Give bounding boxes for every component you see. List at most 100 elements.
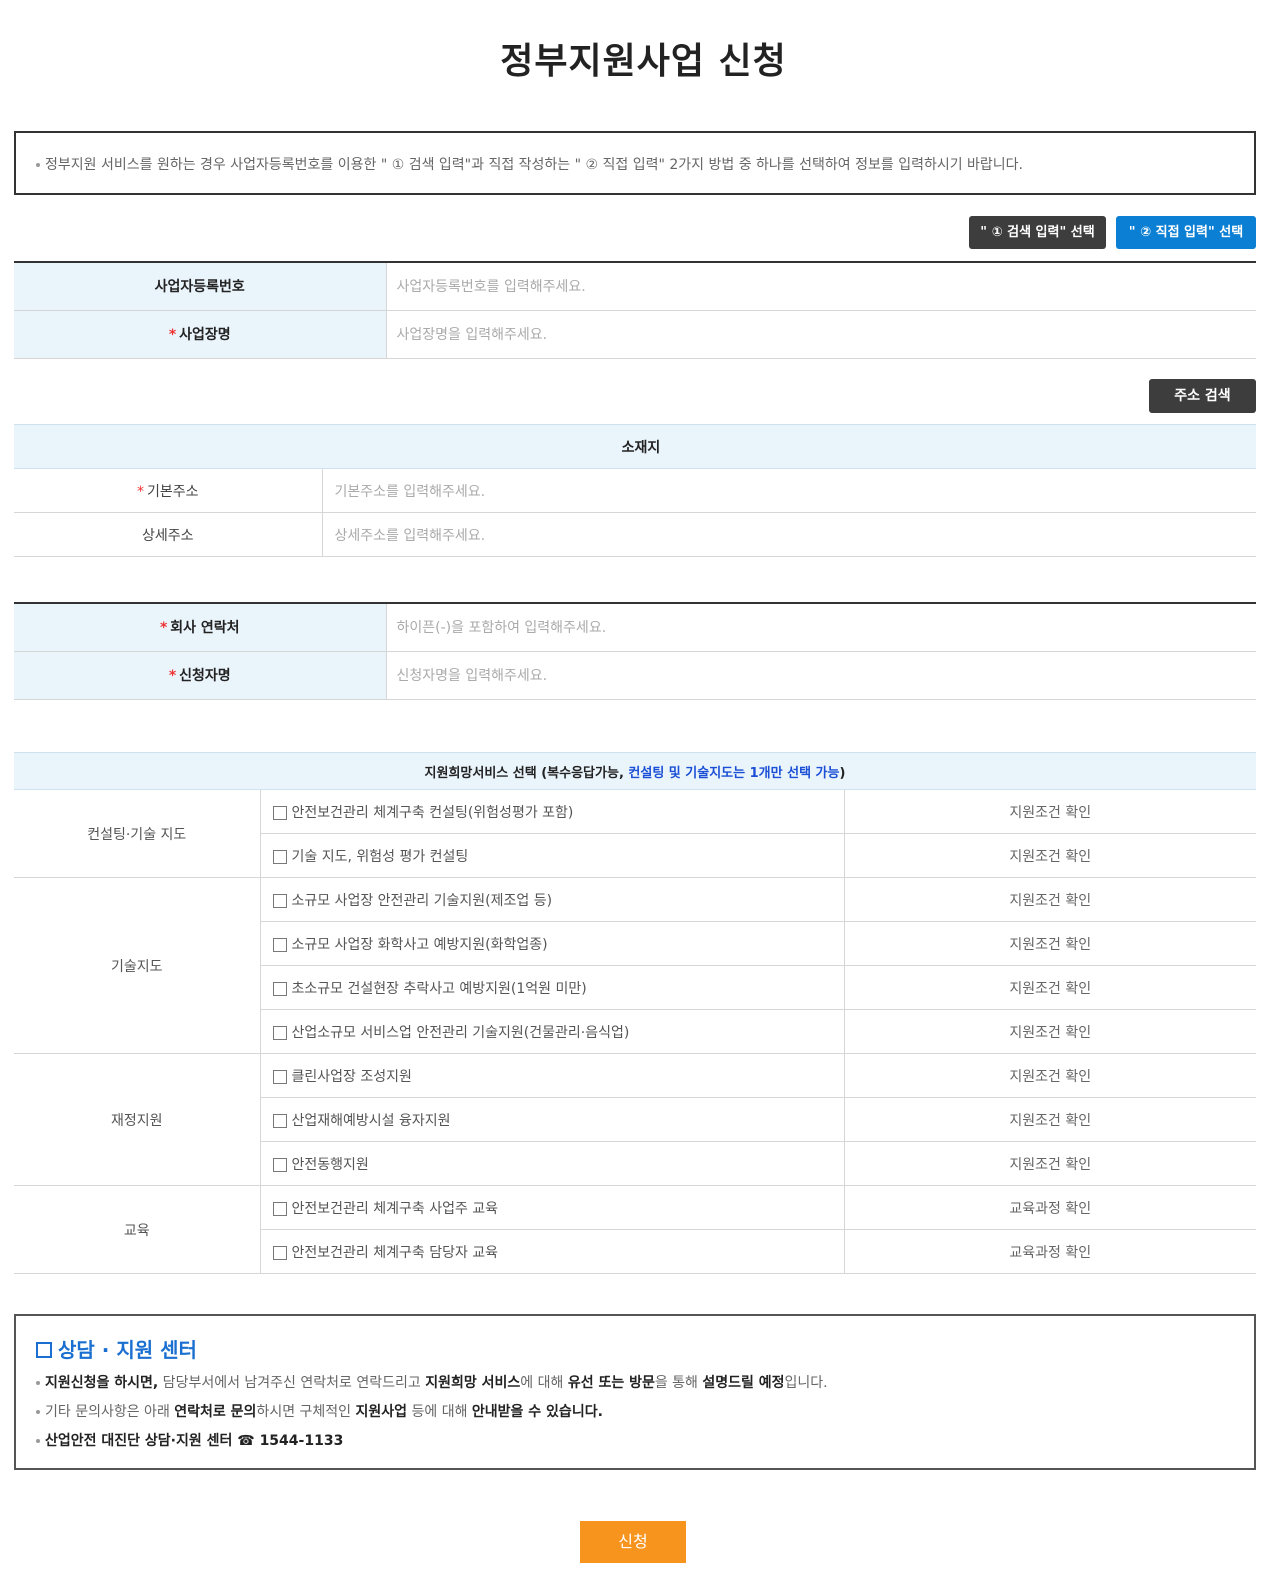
help-text-segment: 에 대해 xyxy=(520,1375,568,1391)
help-center-box: 상담 · 지원 센터 지원신청을 하시면, 담당부서에서 남겨주신 연락처로 연… xyxy=(14,1314,1256,1470)
help-title: 상담 · 지원 센터 xyxy=(36,1334,1234,1363)
service-option[interactable]: 안전동행지원 xyxy=(260,1141,845,1186)
service-checkbox[interactable] xyxy=(272,849,287,864)
bullet-icon xyxy=(36,163,40,167)
service-row: 재정지원 클린사업장 조성지원 지원조건 확인 xyxy=(14,1053,1256,1186)
service-condition-link[interactable]: 지원조건 확인 xyxy=(844,965,1256,1010)
help-text-segment: 산업안전 대진단 상담·지원 센터 ☎ 1544-1133 xyxy=(45,1433,344,1449)
service-category: 교육 xyxy=(14,1185,261,1274)
service-option-label: 클린사업장 조성지원 xyxy=(291,1068,412,1085)
service-checkbox[interactable] xyxy=(272,981,287,996)
reg-no-label: 사업자등록번호 xyxy=(14,262,387,311)
help-text-segment: 담당부서에서 남겨주신 연락처로 연락드리고 xyxy=(158,1375,426,1391)
service-checkbox[interactable] xyxy=(272,1245,287,1260)
detail-address-label: 상세주소 xyxy=(14,512,323,557)
service-option-label: 기술 지도, 위험성 평가 컨설팅 xyxy=(291,848,469,865)
service-condition-link[interactable]: 지원조건 확인 xyxy=(844,1141,1256,1186)
business-info-table: 사업자등록번호 사업자등록번호를 입력해주세요. * 사업장명 사업장명을 입력해… xyxy=(14,261,1256,359)
service-section-title: 지원희망서비스 선택 (복수응답가능, 컨설팅 및 기술지도는 1개만 선택 가… xyxy=(14,752,1256,790)
service-row: 기술지도 소규모 사업장 안전관리 기술지원(제조업 등) 지원조건 확인 xyxy=(14,877,1256,1054)
notice-box: 정부지원 서비스를 원하는 경우 사업자등록번호를 이용한 " ① 검색 입력"… xyxy=(14,131,1256,195)
service-option-label: 안전보건관리 체계구축 담당자 교육 xyxy=(291,1244,499,1261)
help-text-segment: 지원신청을 하시면, xyxy=(45,1375,159,1391)
service-checkbox[interactable] xyxy=(272,1069,287,1084)
basic-address-label: * 기본주소 xyxy=(14,468,323,513)
service-option[interactable]: 소규모 사업장 화학사고 예방지원(화학업종) xyxy=(260,921,845,966)
service-option-label: 산업소규모 서비스업 안전관리 기술지원(건물관리·음식업) xyxy=(291,1024,630,1041)
service-option[interactable]: 안전보건관리 체계구축 사업주 교육 xyxy=(260,1185,845,1230)
service-option[interactable]: 클린사업장 조성지원 xyxy=(260,1053,845,1098)
search-input-mode-button[interactable]: " ① 검색 입력" 선택 xyxy=(969,216,1106,249)
service-option[interactable]: 안전보건관리 체계구축 컨설팅(위험성평가 포함) xyxy=(260,789,845,834)
detail-address-input[interactable]: 상세주소를 입력해주세요. xyxy=(322,512,1256,557)
help-text-segment: 하시면 구체적인 xyxy=(256,1404,356,1420)
service-row: 컨설팅·기술 지도 안전보건관리 체계구축 컨설팅(위험성평가 포함) 지원조건 확… xyxy=(14,789,1256,878)
page-title: 정부지원사업 신청 xyxy=(500,41,787,82)
address-search-button[interactable]: 주소 검색 xyxy=(1149,379,1256,413)
service-checkbox[interactable] xyxy=(272,937,287,952)
service-checkbox[interactable] xyxy=(272,805,287,820)
service-table: 지원희망서비스 선택 (복수응답가능, 컨설팅 및 기술지도는 1개만 선택 가… xyxy=(14,752,1256,1274)
service-option[interactable]: 산업재해예방시설 융자지원 xyxy=(260,1097,845,1142)
help-text-segment: 설명드릴 예정 xyxy=(702,1375,785,1391)
help-text-segment: 을 통해 xyxy=(654,1375,703,1391)
square-icon xyxy=(36,1342,52,1358)
service-condition-link[interactable]: 지원조건 확인 xyxy=(844,789,1256,834)
notice-text: 정부지원 서비스를 원하는 경우 사업자등록번호를 이용한 " ① 검색 입력"… xyxy=(45,157,1024,173)
service-checkbox[interactable] xyxy=(272,1025,287,1040)
service-option[interactable]: 안전보건관리 체계구축 담당자 교육 xyxy=(260,1229,845,1274)
help-text-segment: 지원희망 서비스 xyxy=(425,1375,521,1391)
help-line-2: 기타 문의사항은 아래 연락처로 문의하시면 구체적인 지원사업 등에 대해 안… xyxy=(36,1398,1234,1427)
applicant-label: * 신청자명 xyxy=(14,651,387,700)
address-table: 소재지 * 기본주소 기본주소를 입력해주세요. 상세주소 상세주소를 입력해주세… xyxy=(14,424,1256,557)
help-text-segment: 입니다. xyxy=(784,1375,828,1391)
service-condition-link[interactable]: 교육과정 확인 xyxy=(844,1185,1256,1230)
service-option-label: 안전동행지원 xyxy=(291,1156,369,1173)
service-condition-link[interactable]: 지원조건 확인 xyxy=(844,877,1256,922)
service-option-label: 산업재해예방시설 융자지원 xyxy=(291,1112,451,1129)
service-row: 교육 안전보건관리 체계구축 사업주 교육 교육과정 확인 xyxy=(14,1185,1256,1274)
help-text-segment: 연락처로 문의 xyxy=(174,1404,257,1420)
bullet-icon xyxy=(36,1410,40,1414)
service-option-label: 안전보건관리 체계구축 사업주 교육 xyxy=(291,1200,499,1217)
help-line-3: 산업안전 대진단 상담·지원 센터 ☎ 1544-1133 xyxy=(36,1427,1234,1456)
business-name-label: * 사업장명 xyxy=(14,310,387,359)
help-text-segment: 등에 대해 xyxy=(407,1404,472,1420)
service-option-label: 안전보건관리 체계구축 컨설팅(위험성평가 포함) xyxy=(291,804,574,821)
service-condition-link[interactable]: 교육과정 확인 xyxy=(844,1229,1256,1274)
service-checkbox[interactable] xyxy=(272,1113,287,1128)
service-option-label: 소규모 사업장 안전관리 기술지원(제조업 등) xyxy=(291,892,553,909)
service-condition-link[interactable]: 지원조건 확인 xyxy=(844,833,1256,878)
phone-label: * 회사 연락처 xyxy=(14,603,387,652)
service-option[interactable]: 산업소규모 서비스업 안전관리 기술지원(건물관리·음식업) xyxy=(260,1009,845,1054)
service-checkbox[interactable] xyxy=(272,893,287,908)
help-line-1: 지원신청을 하시면, 담당부서에서 남겨주신 연락처로 연락드리고 지원희망 서… xyxy=(36,1369,1234,1398)
help-text-segment: 지원사업 xyxy=(355,1404,408,1420)
service-category: 재정지원 xyxy=(14,1053,261,1186)
address-section-title: 소재지 xyxy=(14,424,1256,469)
service-option-label: 소규모 사업장 화학사고 예방지원(화학업종) xyxy=(291,936,548,953)
service-option[interactable]: 초소규모 건설현장 추락사고 예방지원(1억원 미만) xyxy=(260,965,845,1010)
phone-input[interactable]: 하이픈(-)을 포함하여 입력해주세요. xyxy=(386,603,1256,652)
service-condition-link[interactable]: 지원조건 확인 xyxy=(844,1053,1256,1098)
submit-button[interactable]: 신청 xyxy=(580,1521,686,1563)
service-option[interactable]: 소규모 사업장 안전관리 기술지원(제조업 등) xyxy=(260,877,845,922)
reg-no-input[interactable]: 사업자등록번호를 입력해주세요. xyxy=(386,262,1256,311)
bullet-icon xyxy=(36,1381,40,1385)
service-checkbox[interactable] xyxy=(272,1157,287,1172)
service-option[interactable]: 기술 지도, 위험성 평가 컨설팅 xyxy=(260,833,845,878)
direct-input-mode-button[interactable]: " ② 직접 입력" 선택 xyxy=(1116,216,1256,249)
service-category: 컨설팅·기술 지도 xyxy=(14,789,261,878)
help-text-segment: 안내받을 수 있습니다. xyxy=(471,1404,603,1420)
service-condition-link[interactable]: 지원조건 확인 xyxy=(844,1097,1256,1142)
help-text-segment: 기타 문의사항은 아래 xyxy=(45,1404,175,1420)
applicant-input[interactable]: 신청자명을 입력해주세요. xyxy=(386,651,1256,700)
contact-table: * 회사 연락처 하이픈(-)을 포함하여 입력해주세요. * 신청자명 신청자명을… xyxy=(14,602,1256,700)
bullet-icon xyxy=(36,1439,40,1443)
service-checkbox[interactable] xyxy=(272,1201,287,1216)
service-condition-link[interactable]: 지원조건 확인 xyxy=(844,921,1256,966)
service-condition-link[interactable]: 지원조건 확인 xyxy=(844,1009,1256,1054)
service-option-label: 초소규모 건설현장 추락사고 예방지원(1억원 미만) xyxy=(291,980,587,997)
business-name-input[interactable]: 사업장명을 입력해주세요. xyxy=(386,310,1256,359)
basic-address-input[interactable]: 기본주소를 입력해주세요. xyxy=(322,468,1256,513)
